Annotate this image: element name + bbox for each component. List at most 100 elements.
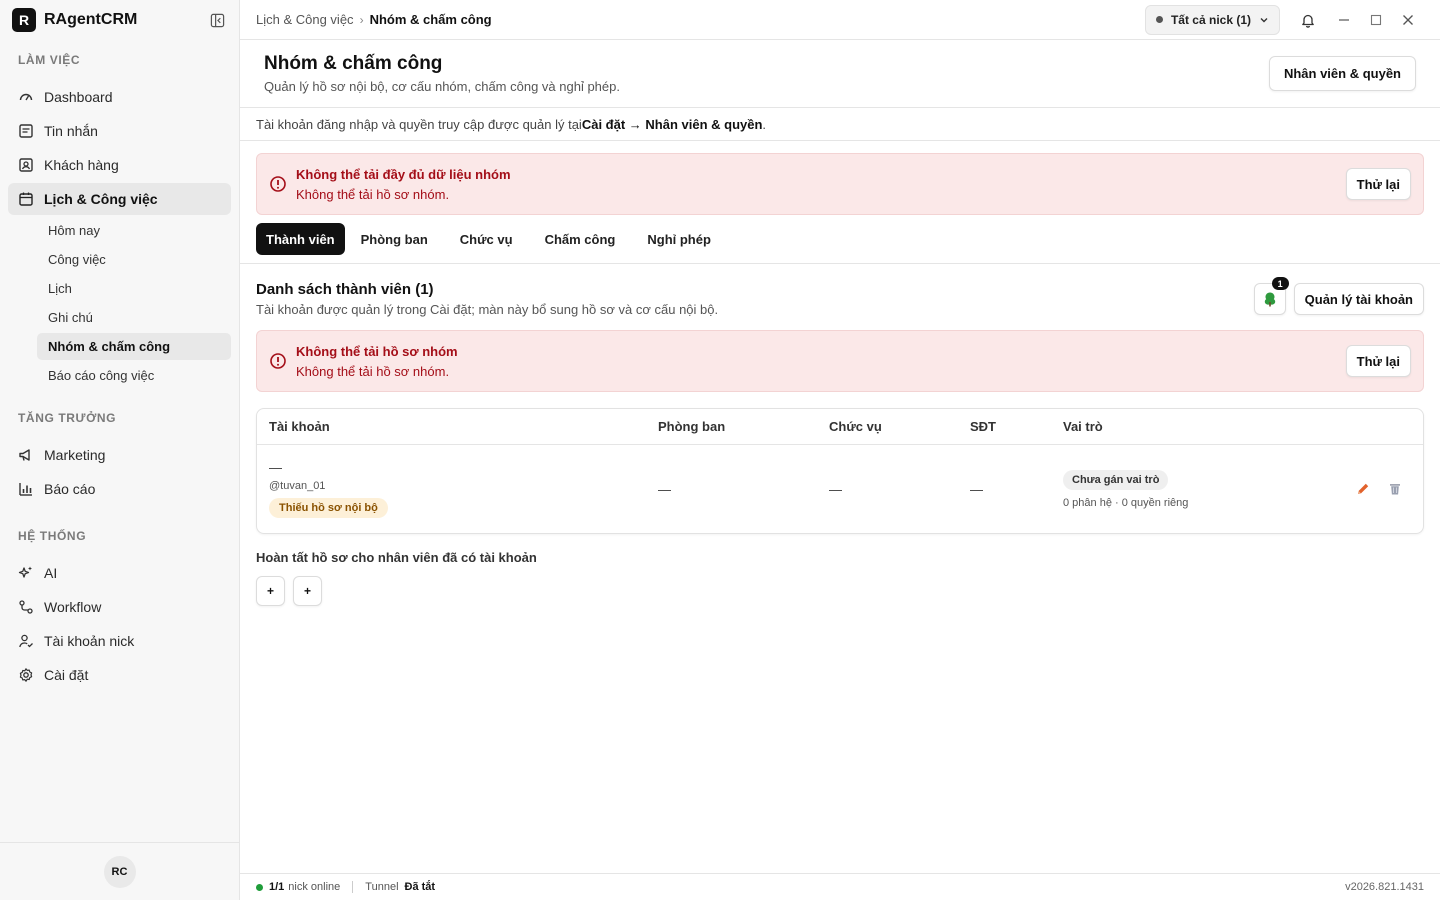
alert-description: Không thể tải hồ sơ nhóm. (296, 363, 450, 379)
minimize-icon[interactable] (1328, 4, 1360, 36)
alert-title: Không thể tải đầy đủ dữ liệu nhóm (296, 166, 511, 182)
sparkles-icon (18, 565, 34, 581)
add-profile-button[interactable]: + (256, 576, 285, 606)
account-username: @tuvan_01 (269, 480, 326, 492)
topbar: Lịch & Công việc › Nhóm & chấm công Tất … (240, 0, 1440, 40)
account-cell: — @tuvan_01 Thiếu hồ sơ nội bộ (257, 460, 646, 518)
table-header: Tài khoản Phòng ban Chức vụ SĐT Vai trò (257, 409, 1423, 445)
tab-departments[interactable]: Phòng ban (351, 223, 438, 255)
tab-bar: Thành viên Phòng ban Chức vụ Chấm công N… (240, 215, 1440, 264)
department-cell: — (658, 481, 671, 497)
page-subtitle: Quản lý hồ sơ nội bộ, cơ cấu nhóm, chấm … (264, 79, 620, 94)
topbar-actions: Tất cả nick (1) (1144, 4, 1424, 36)
collapse-sidebar-icon[interactable] (207, 10, 227, 30)
role-badge: Chưa gán vai trò (1063, 469, 1169, 490)
manage-accounts-button[interactable]: Quản lý tài khoản (1293, 283, 1424, 315)
sidebar-subitem-team[interactable]: Nhóm & chấm công (37, 333, 231, 360)
gauge-icon (18, 89, 34, 105)
breadcrumb-parent[interactable]: Lịch & Công việc (256, 12, 354, 27)
sidebar-item-settings[interactable]: Cài đặt (8, 659, 231, 691)
calendar-icon (18, 191, 34, 207)
contact-card-icon (18, 157, 34, 173)
maximize-icon[interactable] (1360, 4, 1392, 36)
divider (352, 881, 354, 893)
bell-icon[interactable] (1292, 4, 1324, 36)
sidebar-item-workflow[interactable]: Workflow (8, 591, 231, 623)
sidebar-footer: RC (0, 842, 239, 900)
position-cell: — (829, 481, 842, 497)
add-profile-button-2[interactable]: + (293, 576, 322, 606)
members-table: Tài khoản Phòng ban Chức vụ SĐT Vai trò … (256, 408, 1424, 534)
breadcrumb-current: Nhóm & chấm công (369, 12, 492, 27)
tab-leave[interactable]: Nghỉ phép (637, 223, 721, 255)
complete-profiles-actions: + + (240, 565, 1440, 606)
staff-permissions-button[interactable]: Nhân viên & quyền (1268, 56, 1416, 91)
delete-trash-icon[interactable] (1379, 473, 1411, 505)
close-icon[interactable] (1392, 4, 1424, 36)
tab-positions[interactable]: Chức vụ (450, 223, 523, 255)
sidebar-item-messages[interactable]: Tin nhắn (8, 115, 231, 147)
sidebar-item-label: Cài đặt (44, 667, 89, 683)
tab-attendance[interactable]: Chấm công (535, 223, 626, 255)
row-actions (1331, 473, 1423, 505)
sidebar-item-label: Tin nhắn (44, 123, 98, 139)
column-header-department: Phòng ban (658, 419, 726, 434)
app-window: R RAgentCRM LÀM VIỆC Dashboard Tin nhắn … (0, 0, 1440, 900)
sidebar-item-label: Dashboard (44, 89, 113, 105)
sidebar-item-customers[interactable]: Khách hàng (8, 149, 231, 181)
online-count: 1/1 (269, 881, 285, 893)
tree-icon (1263, 291, 1277, 307)
alert-circle-icon (269, 352, 287, 370)
breadcrumb-separator: › (359, 12, 364, 27)
column-header-phone: SĐT (970, 419, 996, 434)
section-title-work: LÀM VIỆC (18, 53, 81, 67)
sidebar-item-label: Tài khoản nick (44, 633, 135, 649)
sidebar-item-label: Workflow (44, 599, 102, 615)
sidebar-item-label: Báo cáo (44, 481, 96, 497)
members-title: Danh sách thành viên (1) (256, 281, 434, 298)
alert-description: Không thể tải hồ sơ nhóm. (296, 186, 450, 202)
sidebar-subitem-today[interactable]: Hôm nay (37, 217, 231, 244)
members-header: Danh sách thành viên (1) Tài khoản được … (240, 264, 1440, 334)
sidebar-item-reports[interactable]: Báo cáo (8, 473, 231, 505)
app-name: RAgentCRM (44, 11, 138, 28)
account-info-bar: Tài khoản đăng nhập và quyền truy cập đư… (240, 108, 1440, 141)
sidebar-item-label: Marketing (44, 447, 106, 463)
sidebar-subitem-calendar[interactable]: Lịch (37, 275, 231, 302)
sidebar-subitem-tasks[interactable]: Công việc (37, 246, 231, 273)
table-row[interactable]: — @tuvan_01 Thiếu hồ sơ nội bộ — — — Chư… (257, 445, 1423, 533)
nick-filter-label: Tất cả nick (1) (1170, 12, 1251, 27)
megaphone-icon (18, 447, 34, 463)
phone-cell: — (970, 481, 983, 497)
page-header: Nhóm & chấm công Quản lý hồ sơ nội bộ, c… (240, 40, 1440, 108)
complete-profiles-title: Hoàn tất hồ sơ cho nhân viên đã có tài k… (256, 550, 537, 565)
column-header-position: Chức vụ (829, 419, 882, 434)
nick-filter-select[interactable]: Tất cả nick (1) (1144, 4, 1280, 35)
avatar[interactable]: RC (103, 855, 136, 888)
edit-pencil-icon[interactable] (1347, 473, 1379, 505)
role-cell: Chưa gán vai trò 0 phân hệ · 0 quyền riê… (1051, 469, 1331, 509)
tab-members[interactable]: Thành viên (256, 223, 345, 255)
bar-chart-icon (18, 481, 34, 497)
online-status-icon (256, 883, 263, 891)
sidebar-item-schedule[interactable]: Lịch & Công việc (8, 183, 231, 215)
sidebar-item-nick-accounts[interactable]: Tài khoản nick (8, 625, 231, 657)
sidebar-item-ai[interactable]: AI (8, 557, 231, 589)
tunnel-status: Đã tắt (404, 881, 436, 893)
gear-icon (18, 667, 34, 683)
members-error-alert: Không thể tải hồ sơ nhóm Không thể tải h… (256, 330, 1424, 392)
column-header-account: Tài khoản (269, 419, 330, 434)
main-content: Lịch & Công việc › Nhóm & chấm công Tất … (240, 0, 1440, 900)
sidebar-item-dashboard[interactable]: Dashboard (8, 81, 231, 113)
page-title: Nhóm & chấm công (264, 53, 443, 74)
retry-button[interactable]: Thử lại (1345, 345, 1411, 377)
sidebar-subitem-notes[interactable]: Ghi chú (37, 304, 231, 331)
org-tree-button[interactable]: 1 (1253, 277, 1289, 315)
sidebar-item-marketing[interactable]: Marketing (8, 439, 231, 471)
retry-button[interactable]: Thử lại (1345, 168, 1411, 200)
user-check-icon (18, 633, 34, 649)
sidebar-subitem-work-report[interactable]: Báo cáo công việc (37, 362, 231, 389)
settings-link[interactable]: Cài đặt → Nhân viên & quyền (582, 117, 763, 132)
team-data-error-alert: Không thể tải đầy đủ dữ liệu nhóm Không … (256, 153, 1424, 215)
column-header-role: Vai trò (1063, 419, 1103, 434)
